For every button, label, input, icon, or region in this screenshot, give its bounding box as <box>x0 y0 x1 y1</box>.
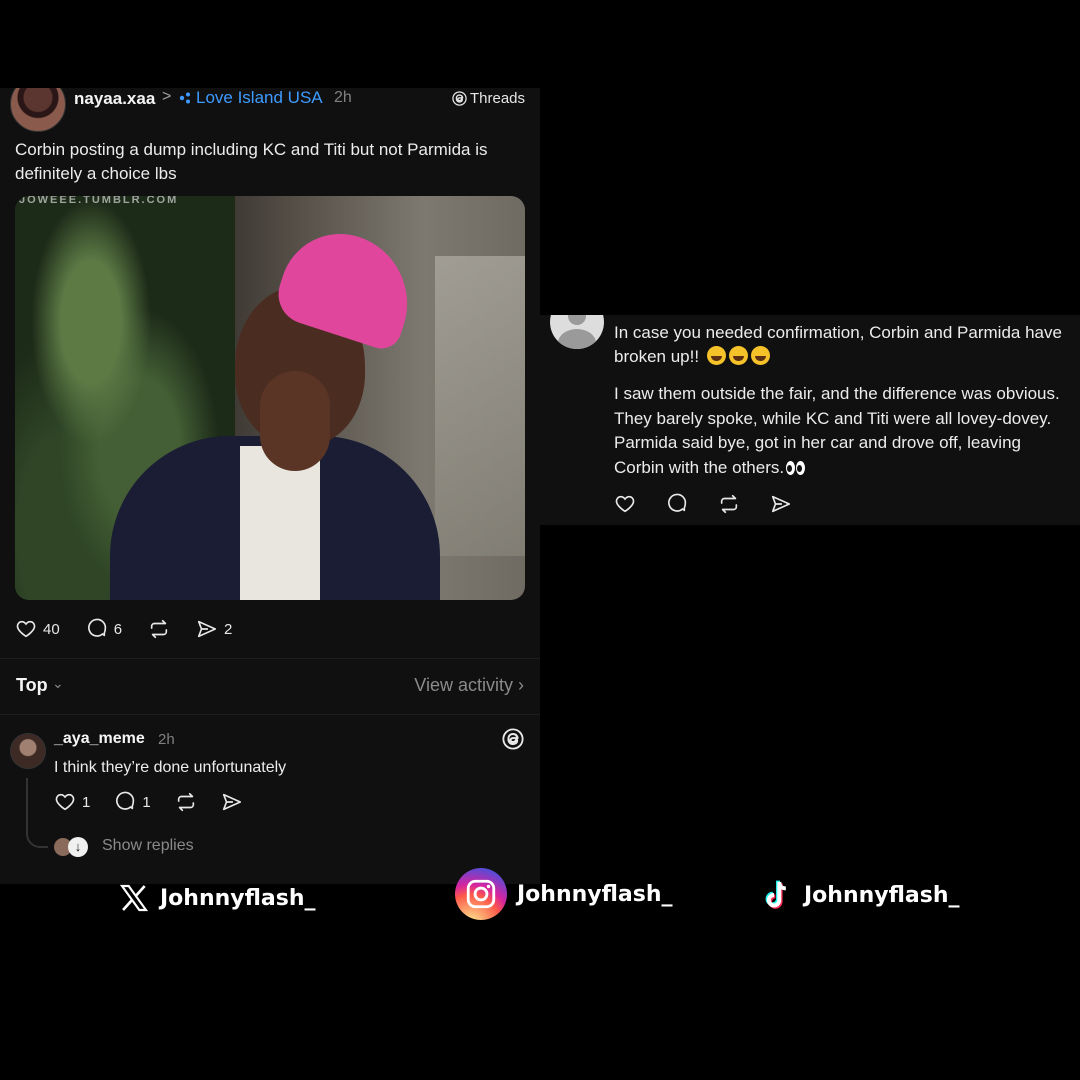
reply-post-paragraph-1: In case you needed confirmation, Corbin … <box>614 321 1064 369</box>
image-hand <box>260 371 330 471</box>
repost-icon <box>177 792 194 812</box>
reply-post-panel: In case you needed confirmation, Corbin … <box>540 315 1080 525</box>
comment-reply-count: 1 <box>142 793 151 811</box>
reply-comment-button[interactable] <box>666 493 688 515</box>
commenter-username[interactable]: _aya_meme <box>54 730 145 748</box>
repost-icon <box>150 619 168 639</box>
view-activity-link[interactable]: View activity › <box>414 675 524 696</box>
post-action-bar: 40 6 2 <box>15 618 232 640</box>
heart-icon <box>16 620 36 638</box>
repost-icon <box>720 494 738 514</box>
repost-button[interactable] <box>148 618 170 640</box>
comment-bubble-icon <box>668 493 687 512</box>
instagram-logo-icon <box>455 868 507 920</box>
image-window <box>435 256 525 556</box>
chevron-down-icon[interactable]: ⌄ <box>52 675 64 692</box>
share-button[interactable]: 2 <box>196 618 232 640</box>
comment-action-bar: 1 1 <box>54 791 243 813</box>
comment-count: 6 <box>113 620 123 638</box>
reply-post-text-1: In case you needed confirmation, Corbin … <box>614 323 1062 366</box>
send-icon <box>771 495 791 513</box>
instagram-handle: Johnnyflash_ <box>455 868 673 920</box>
reply-avatars: ↓ <box>54 837 94 858</box>
tiktok-logo-icon <box>765 880 787 909</box>
community-icon <box>179 92 190 104</box>
heart-icon <box>615 495 635 513</box>
comment-like-button[interactable]: 1 <box>54 791 90 813</box>
threads-logo-icon <box>452 91 467 106</box>
send-icon <box>222 793 241 811</box>
post-author-avatar[interactable] <box>10 88 66 132</box>
comment-like-count: 1 <box>82 793 91 811</box>
avatar-body <box>558 329 596 349</box>
comment-reply-button[interactable]: 1 <box>114 791 151 813</box>
post-timestamp: 2h <box>334 89 352 106</box>
comment-share-button[interactable] <box>221 791 243 813</box>
reply-post-paragraph-2: I saw them outside the fair, and the dif… <box>614 382 1066 482</box>
comment-repost-button[interactable] <box>175 791 197 813</box>
community-link[interactable]: Love Island USA <box>178 88 323 108</box>
reply-share-button[interactable] <box>770 493 792 515</box>
like-button[interactable]: 40 <box>15 618 60 640</box>
reply-like-button[interactable] <box>614 493 636 515</box>
social-handles-bar: Johnnyflash_ Johnnyflash_ Johnnyflash_ <box>0 866 1080 936</box>
threads-badge[interactable]: Threads <box>452 90 525 107</box>
default-avatar-icon[interactable] <box>550 315 604 349</box>
tiktok-handle-text: Johnnyflash_ <box>804 882 960 908</box>
image-shirt <box>240 446 320 600</box>
x-handle-text: Johnnyflash_ <box>160 885 316 911</box>
heart-icon <box>55 793 75 811</box>
x-handle: Johnnyflash_ <box>118 882 316 914</box>
comment-timestamp: 2h <box>158 731 175 748</box>
comment-text: I think they’re done unfortunately <box>54 759 287 776</box>
x-logo-icon <box>119 884 149 912</box>
chevron-right-icon: > <box>162 88 172 105</box>
like-count: 40 <box>43 620 60 638</box>
tiktok-handle: Johnnyflash_ <box>762 878 960 912</box>
comment-bubble-icon <box>87 618 106 637</box>
avatar-head <box>568 315 586 325</box>
commenter-avatar[interactable] <box>10 733 46 769</box>
instagram-handle-text: Johnnyflash_ <box>517 881 673 907</box>
reply-thread-line <box>26 778 48 848</box>
community-name: Love Island USA <box>196 88 323 107</box>
threads-post-panel: nayaa.xaa > Love Island USA 2h Threads C… <box>0 88 540 884</box>
threads-label: Threads <box>470 90 526 107</box>
post-body-text: Corbin posting a dump including KC and T… <box>15 140 488 183</box>
send-icon <box>197 620 217 638</box>
eyes-emoji-icon <box>786 458 806 483</box>
threads-logo-icon[interactable] <box>502 728 524 755</box>
post-image[interactable]: JOWEEE.TUMBLR.COM <box>15 196 525 600</box>
reply-post-action-bar <box>614 493 792 515</box>
show-replies-link[interactable]: Show replies <box>102 837 194 855</box>
replies-sort-bar: Top ⌄ View activity › <box>0 658 540 715</box>
image-watermark: JOWEEE.TUMBLR.COM <box>19 196 179 206</box>
reply-repost-button[interactable] <box>718 493 740 515</box>
reply-post-text-2: I saw them outside the fair, and the dif… <box>614 384 1060 477</box>
laughing-emoji-icons <box>699 346 770 366</box>
comment-button[interactable]: 6 <box>86 618 122 640</box>
share-count: 2 <box>224 620 233 638</box>
sort-dropdown[interactable]: Top <box>16 675 48 696</box>
post-username[interactable]: nayaa.xaa <box>74 89 155 109</box>
arrow-down-icon: ↓ <box>68 837 88 857</box>
comment-bubble-icon <box>116 791 135 810</box>
